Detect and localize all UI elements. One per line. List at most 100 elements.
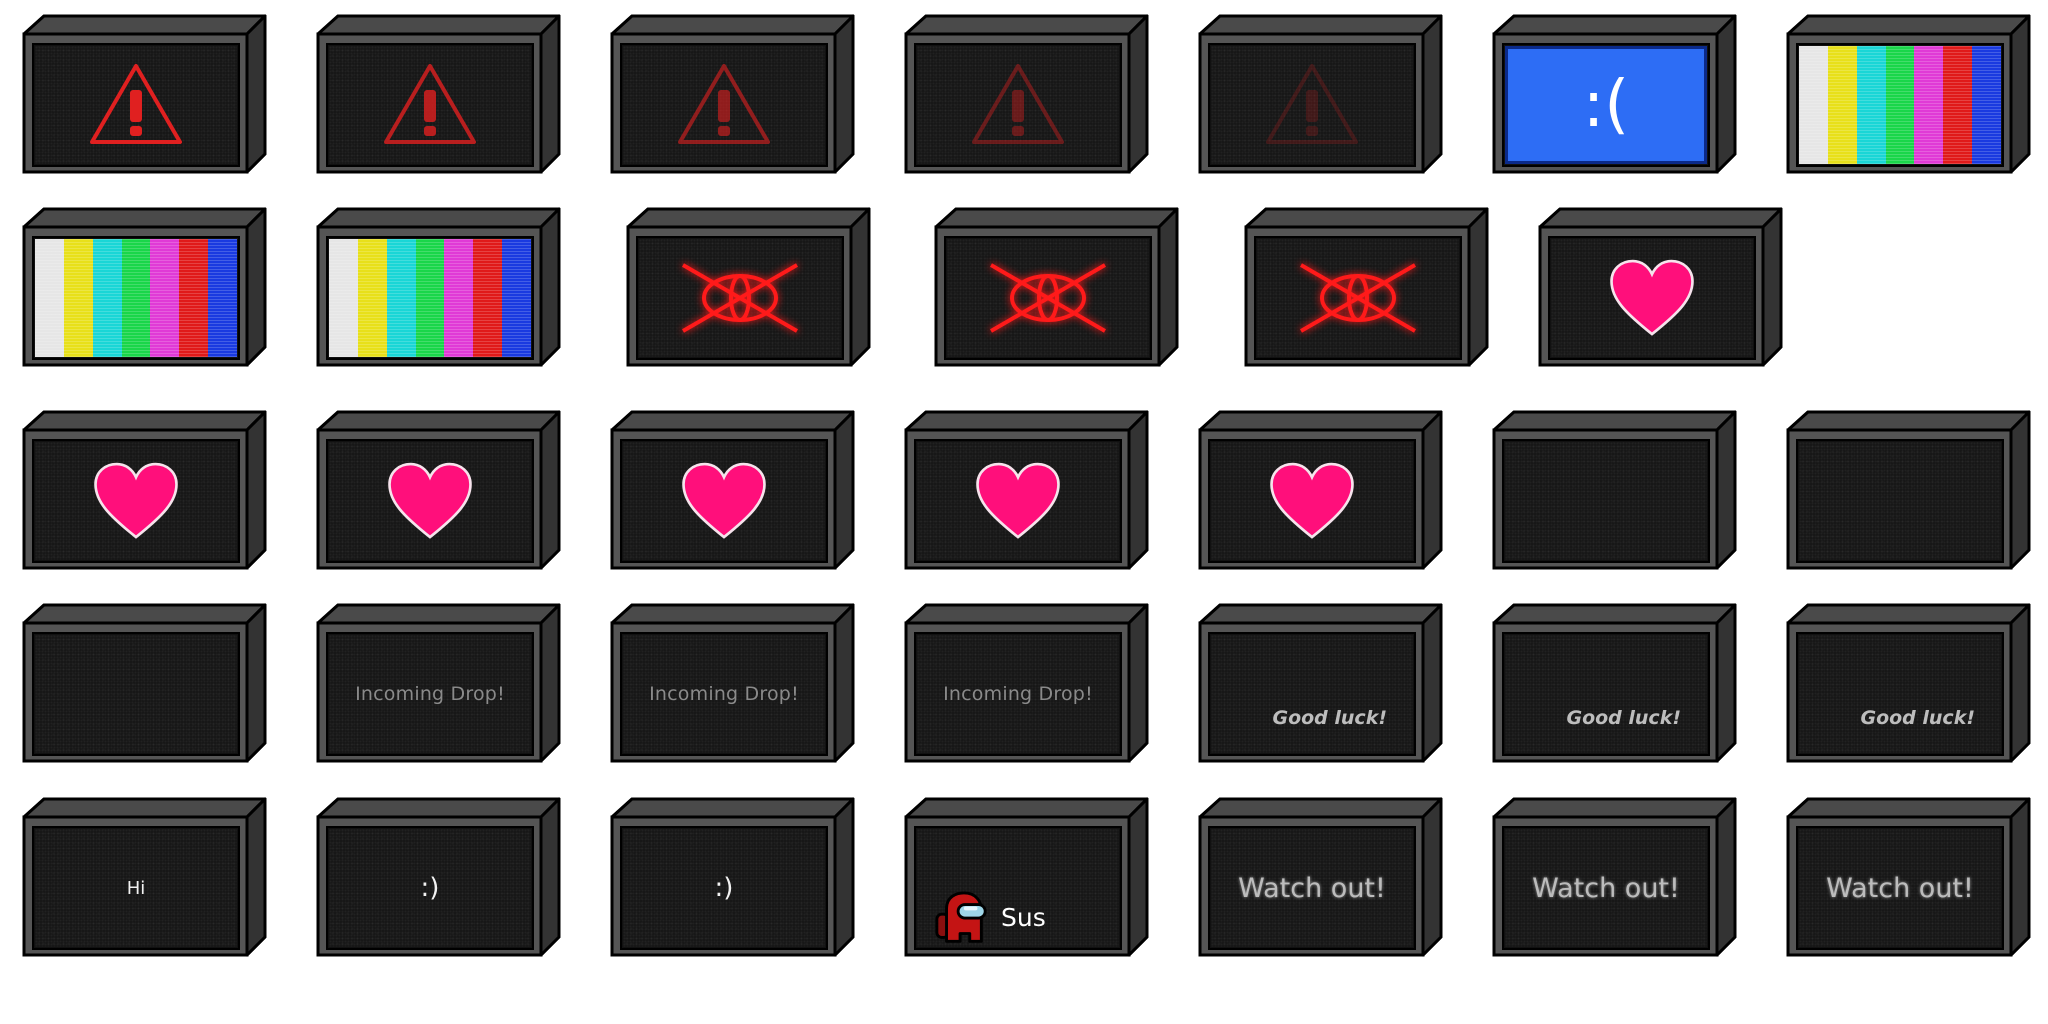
good-luck-text: Good luck! xyxy=(1566,707,1681,729)
tv-screen xyxy=(623,46,825,164)
color-bar xyxy=(415,239,445,357)
tv-frame-14 xyxy=(22,410,267,575)
tv-screen xyxy=(1211,46,1413,164)
color-bar xyxy=(1799,46,1828,164)
tv-screen: Good luck! xyxy=(1211,635,1413,753)
heart-icon xyxy=(94,462,178,539)
color-bars-screen xyxy=(35,239,237,357)
color-bar xyxy=(179,239,209,357)
tv-screen: Watch out! xyxy=(1505,829,1707,947)
tv-screen: Incoming Drop! xyxy=(329,635,531,753)
tv-frame-4 xyxy=(904,14,1149,179)
crossed-eye-icon xyxy=(1299,263,1417,333)
warning-icon xyxy=(678,64,770,144)
color-bar xyxy=(121,239,151,357)
watch-out-text: Watch out! xyxy=(1826,872,1974,904)
tv-screen: Incoming Drop! xyxy=(623,635,825,753)
tv-frame-21 xyxy=(22,603,267,768)
tv-frame-23: Incoming Drop! xyxy=(610,603,855,768)
heart-icon xyxy=(1270,462,1354,539)
color-bar xyxy=(1943,46,1973,164)
color-bar xyxy=(357,239,387,357)
color-bar xyxy=(63,239,93,357)
tv-frame-16 xyxy=(610,410,855,575)
tv-screen: :) xyxy=(623,829,825,947)
tv-screen xyxy=(329,46,531,164)
color-bar xyxy=(1856,46,1886,164)
tv-frame-33: Watch out! xyxy=(1492,797,1737,962)
tv-frame-20 xyxy=(1786,410,2031,575)
warning-icon xyxy=(384,64,476,144)
tv-screen xyxy=(917,442,1119,560)
color-bar xyxy=(502,239,531,357)
tv-screen xyxy=(1257,239,1459,357)
warning-icon xyxy=(1266,64,1358,144)
color-bar xyxy=(473,239,503,357)
tv-frame-27: Good luck! xyxy=(1786,603,2031,768)
tv-screen: Good luck! xyxy=(1505,635,1707,753)
tv-screen: Hi xyxy=(35,829,237,947)
tv-frame-34: Watch out! xyxy=(1786,797,2031,962)
tv-screen xyxy=(1551,239,1753,357)
tv-screen: Watch out! xyxy=(1211,829,1413,947)
warning-icon xyxy=(972,64,1064,144)
tv-frame-8 xyxy=(22,207,267,372)
crewmate-icon xyxy=(935,891,987,943)
color-bar xyxy=(35,239,64,357)
tv-screen xyxy=(947,239,1149,357)
tv-frame-12 xyxy=(1244,207,1489,372)
tv-frame-6: :( xyxy=(1492,14,1737,179)
smile-text: :) xyxy=(714,873,734,903)
tv-frame-28: Hi xyxy=(22,797,267,962)
color-bar xyxy=(1827,46,1857,164)
incoming-drop-text: Incoming Drop! xyxy=(943,683,1093,705)
tv-screen xyxy=(623,442,825,560)
tv-frame-19 xyxy=(1492,410,1737,575)
tv-frame-9 xyxy=(316,207,561,372)
blank-screen xyxy=(1505,442,1707,560)
blank-screen xyxy=(1799,442,2001,560)
color-bar xyxy=(150,239,180,357)
blank-screen xyxy=(35,635,237,753)
crossed-eye-icon xyxy=(681,263,799,333)
watch-out-text: Watch out! xyxy=(1238,872,1386,904)
sus-text: Sus xyxy=(1001,903,1046,932)
tv-frame-3 xyxy=(610,14,855,179)
color-bar xyxy=(444,239,474,357)
tv-frame-2 xyxy=(316,14,561,179)
tv-frame-18 xyxy=(1198,410,1443,575)
color-bar xyxy=(92,239,122,357)
sad-face-text: :( xyxy=(1582,68,1630,142)
tv-screen xyxy=(329,442,531,560)
incoming-drop-text: Incoming Drop! xyxy=(355,683,505,705)
tv-screen: Sus xyxy=(917,829,1119,947)
hi-text: Hi xyxy=(126,877,146,899)
tv-screen xyxy=(35,442,237,560)
color-bars-screen xyxy=(1799,46,2001,164)
color-bar xyxy=(1972,46,2001,164)
crossed-eye-icon xyxy=(989,263,1107,333)
color-bar xyxy=(386,239,416,357)
color-bar xyxy=(1885,46,1915,164)
tv-frame-7 xyxy=(1786,14,2031,179)
tv-frame-17 xyxy=(904,410,1149,575)
heart-icon xyxy=(388,462,472,539)
color-bar xyxy=(1914,46,1944,164)
tv-frame-26: Good luck! xyxy=(1492,603,1737,768)
color-bar xyxy=(329,239,358,357)
tv-frame-10 xyxy=(626,207,871,372)
tv-screen: :) xyxy=(329,829,531,947)
color-bars-screen xyxy=(329,239,531,357)
color-bar xyxy=(208,239,237,357)
warning-icon xyxy=(90,64,182,144)
tv-screen xyxy=(639,239,841,357)
tv-frame-15 xyxy=(316,410,561,575)
good-luck-text: Good luck! xyxy=(1272,707,1387,729)
watch-out-text: Watch out! xyxy=(1532,872,1680,904)
tv-frame-5 xyxy=(1198,14,1443,179)
tv-frame-25: Good luck! xyxy=(1198,603,1443,768)
tv-screen xyxy=(917,46,1119,164)
tv-frame-24: Incoming Drop! xyxy=(904,603,1149,768)
heart-icon xyxy=(976,462,1060,539)
tv-frame-31: Sus xyxy=(904,797,1149,962)
